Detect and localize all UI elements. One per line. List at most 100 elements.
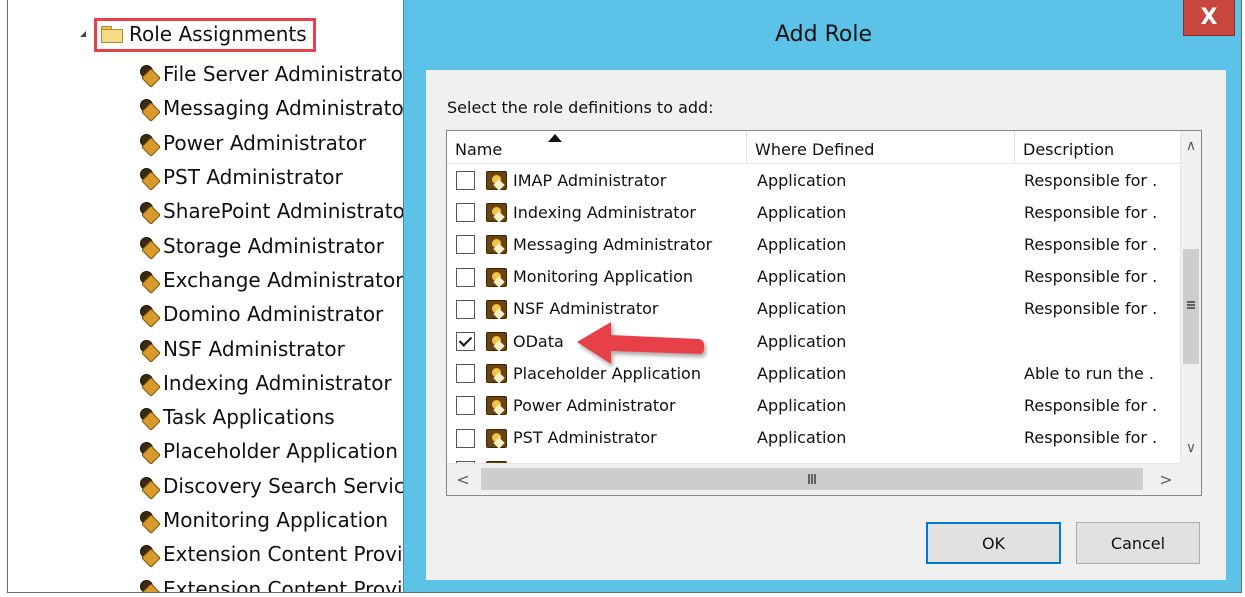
add-role-dialog: Add Role X Select the role definitions t… [403,0,1241,592]
row-description: Responsible for . [1024,234,1158,254]
row-name: Power Administrator [513,395,676,415]
role-icon [138,373,156,392]
close-button[interactable]: X [1183,0,1235,36]
tree-item[interactable]: NSF Administrator [138,331,405,365]
tree-item[interactable]: Extension Content Provi [138,537,405,571]
role-icon [138,202,156,220]
column-header-where-label: Where Defined [755,140,875,159]
row-where-defined: Application [757,331,847,351]
table-row[interactable]: Monitoring Application Application Respons… [447,261,1182,293]
scroll-grip-icon [808,474,816,484]
row-checkbox[interactable] [456,396,475,416]
collapse-triangle-icon[interactable] [78,30,88,40]
row-description: Responsible for . [1024,202,1158,222]
row-description: Responsible for . [1024,267,1158,287]
cancel-button[interactable]: Cancel [1076,522,1200,564]
row-checkbox[interactable] [456,364,475,384]
scroll-down-arrow-icon[interactable]: ∨ [1181,437,1201,459]
tree-item-label: Placeholder Application [163,439,398,464]
tree-item[interactable]: Power Administrator [138,126,405,160]
column-header-name[interactable]: Name [447,131,747,163]
tree-node-label: Role Assignments [129,22,307,46]
horizontal-scroll-thumb[interactable] [481,468,1143,490]
tree-item[interactable]: File Server Administrato [138,57,405,91]
role-icon [138,99,156,117]
table-row[interactable]: Power Administrator Application Responsibl… [447,389,1182,421]
row-checkbox[interactable] [456,299,475,319]
role-icon [138,133,156,152]
row-description: Responsible for . [1024,299,1158,319]
tree-item[interactable]: Discovery Search Servic [138,469,405,503]
role-definition-icon [486,332,507,351]
role-definition-list[interactable]: Name Where Defined Description IMAP Admi… [446,130,1202,496]
table-row[interactable]: Messaging Administrator Application Respon… [447,228,1182,260]
column-header-description[interactable]: Description [1015,131,1182,163]
tree-item[interactable]: Placeholder Application [138,434,405,468]
tree-item[interactable]: Extension Content Provi [138,571,405,593]
row-checkbox[interactable] [456,332,475,351]
tree-item-label: SharePoint Administrato [163,199,405,224]
row-description: Responsible for . [1024,395,1158,415]
tree-node-role-assignments[interactable]: Role Assignments [78,16,316,54]
tree-item[interactable]: Task Applications [138,400,405,434]
role-definition-icon [486,171,507,190]
role-definition-icon [486,235,507,255]
navigation-tree: Role Assignments File Server Administrat… [8,0,408,593]
row-description: Able to run the . [1024,363,1154,383]
tree-item[interactable]: SharePoint Administrato [138,194,405,228]
console-window: Role Assignments File Server Administrat… [7,0,1242,593]
row-checkbox[interactable] [456,203,475,223]
scroll-left-arrow-icon[interactable]: < [447,464,479,495]
row-checkbox[interactable] [456,235,475,255]
row-checkbox[interactable] [456,428,475,448]
tree-item[interactable]: Exchange Administrator [138,263,405,297]
table-row[interactable]: Placeholder Application Application Able t… [447,357,1182,389]
scroll-grip-icon [1187,301,1195,309]
column-header-where-defined[interactable]: Where Defined [747,131,1015,163]
column-header-description-label: Description [1023,140,1115,159]
tree-item[interactable]: Domino Administrator [138,297,405,331]
role-icon [138,476,156,495]
table-row[interactable]: OData Application [447,325,1182,357]
table-row[interactable]: PST Administrator Application Responsible … [447,422,1182,454]
scroll-right-arrow-icon[interactable]: > [1150,464,1182,495]
vertical-scrollbar[interactable]: ∧ ∨ [1180,131,1201,464]
role-definition-icon [486,299,507,319]
table-row[interactable]: NSF Administrator Application Responsible … [447,293,1182,325]
row-where-defined: Application [757,170,847,190]
tree-item[interactable]: Messaging Administrato [138,91,405,125]
role-definition-icon [486,396,507,416]
column-header-name-label: Name [455,140,503,159]
tree-item-label: Exchange Administrator [163,267,404,292]
row-checkbox[interactable] [456,267,475,287]
table-row[interactable]: IMAP Administrator Application Responsible… [447,164,1182,196]
tree-item[interactable]: Indexing Administrator [138,366,405,400]
tree-item-label: Storage Administrator [163,233,384,258]
horizontal-scrollbar[interactable]: < > [447,463,1182,495]
scroll-up-arrow-icon[interactable]: ∧ [1181,135,1201,157]
row-where-defined: Application [757,202,847,222]
role-icon [138,511,156,529]
role-icon [138,408,156,426]
role-icon [138,65,156,83]
tree-item[interactable]: PST Administrator [138,160,405,194]
row-where-defined: Application [757,267,847,287]
tree-item-label: Extension Content Provi [163,542,403,567]
row-checkbox[interactable] [456,171,475,190]
row-name: Messaging Administrator [513,234,713,254]
tree-item-label: Indexing Administrator [163,370,392,395]
tree-item-label: Extension Content Provi [163,576,403,593]
role-icon [138,545,156,563]
role-icon [138,236,156,255]
role-assignment-list: File Server Administrato Messaging Admin… [138,57,405,593]
tree-item-label: File Server Administrato [163,62,403,87]
row-name: IMAP Administrator [513,170,667,190]
highlight-box: Role Assignments [94,18,316,52]
tree-item[interactable]: Monitoring Application [138,503,405,537]
row-name: Monitoring Application [513,267,694,287]
ok-button[interactable]: OK [926,522,1061,564]
row-where-defined: Application [757,234,847,254]
table-row[interactable]: Indexing Administrator Application Respons… [447,196,1182,228]
vertical-scroll-thumb[interactable] [1183,249,1199,364]
tree-item[interactable]: Storage Administrator [138,228,405,262]
